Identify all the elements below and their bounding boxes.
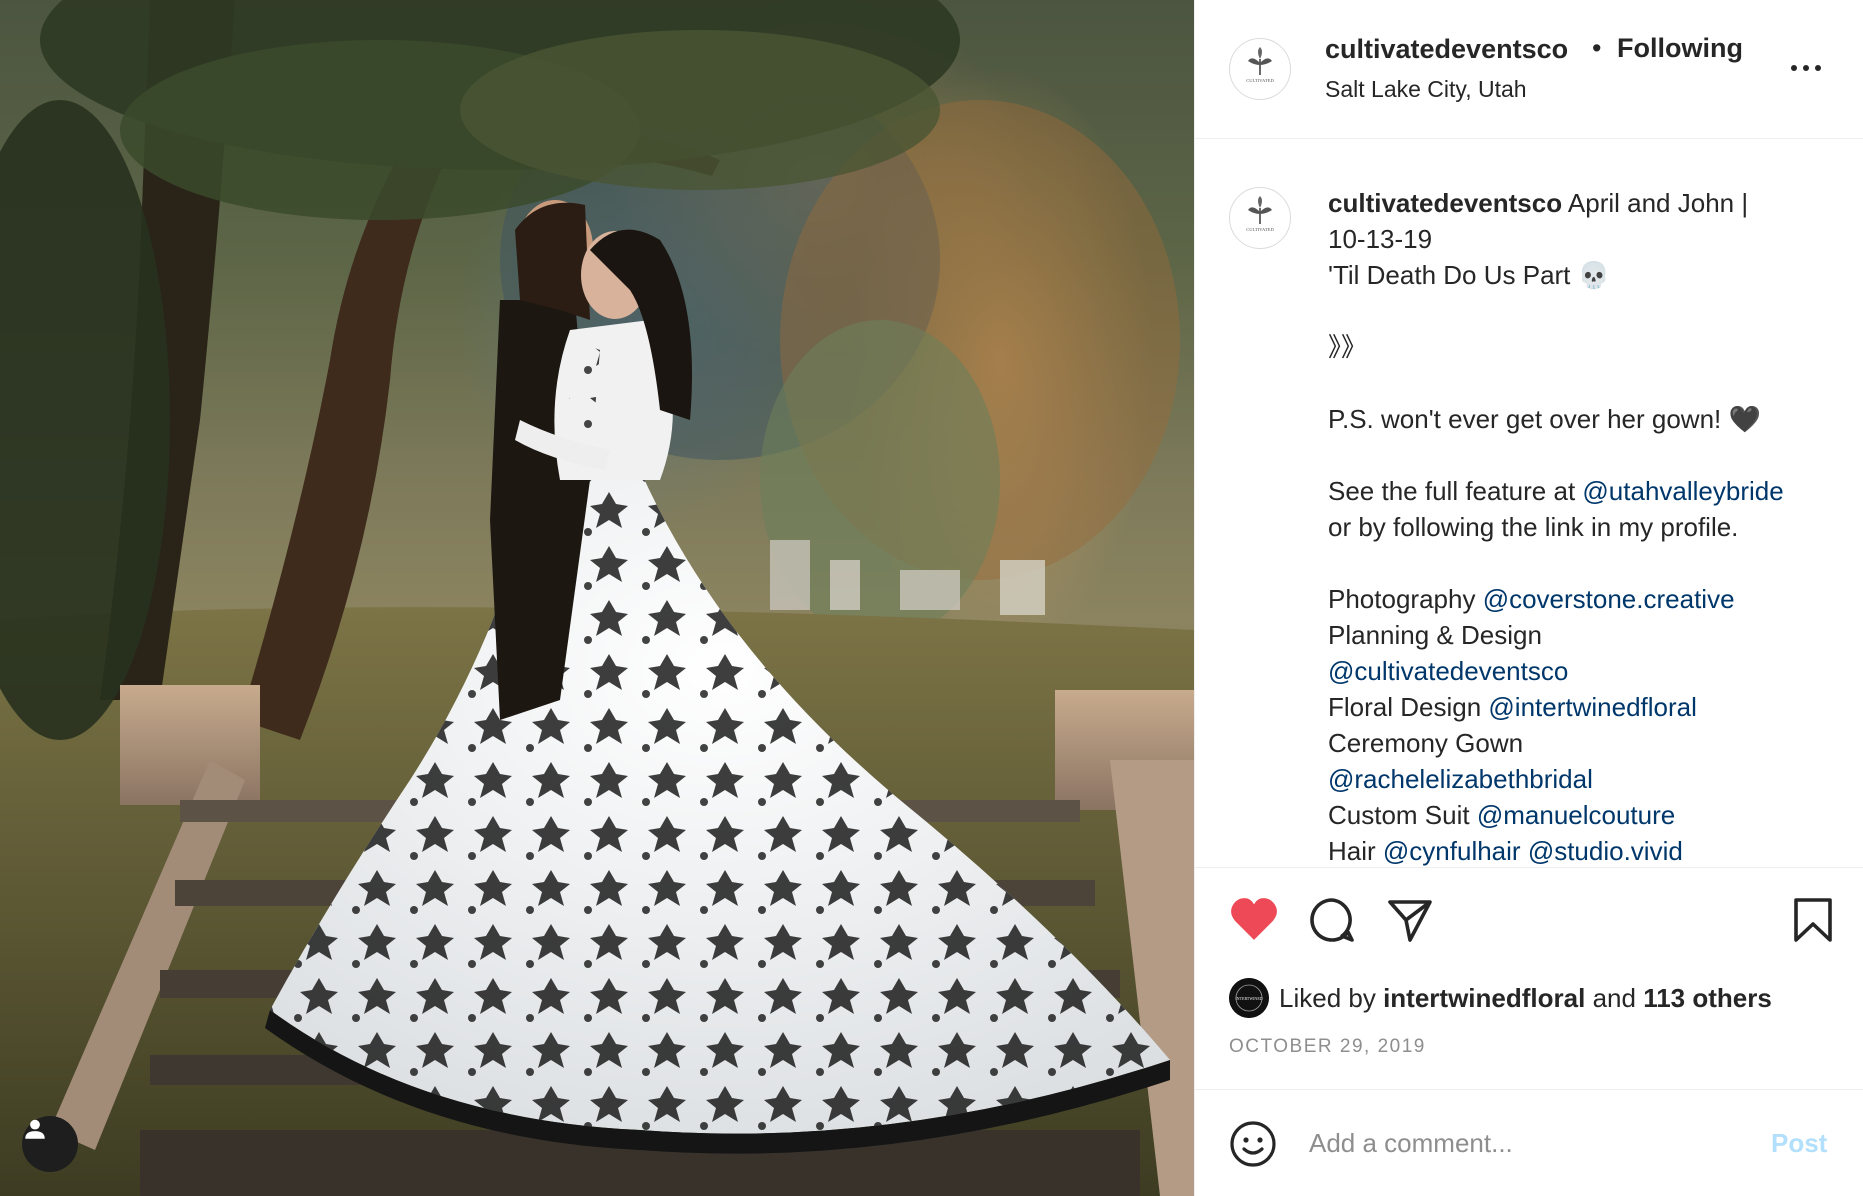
more-icon [1803, 65, 1809, 71]
credit-hair-label: Hair [1328, 836, 1376, 866]
caption-chevrons: 》》 [1328, 332, 1368, 362]
user-icon [25, 1119, 45, 1139]
liked-others-count[interactable]: 113 others [1643, 983, 1772, 1013]
save-button[interactable] [1792, 896, 1834, 949]
svg-text:CULTIVATED: CULTIVATED [1246, 78, 1274, 83]
comment-input[interactable] [1307, 1120, 1731, 1166]
header-username[interactable]: cultivatedeventsco [1325, 34, 1568, 65]
liker-avatar[interactable]: INTERTWINED [1229, 978, 1269, 1018]
post-side-panel: CULTIVATED cultivatedeventsco • Followin… [1194, 0, 1863, 1196]
intertwined-logo-icon: INTERTWINED [1229, 978, 1269, 1018]
wedding-photo-illustration [0, 0, 1194, 1196]
more-icon [1815, 65, 1821, 71]
mention-coverstone-creative[interactable]: @coverstone.creative [1483, 584, 1735, 614]
instagram-post-view: CULTIVATED cultivatedeventsco • Followin… [0, 0, 1863, 1196]
heart-icon [1231, 898, 1277, 940]
post-photo[interactable] [0, 0, 1194, 1196]
comment-button[interactable] [1308, 896, 1356, 949]
mention-rachelelizabethbridal[interactable]: @rachelelizabethbridal [1328, 764, 1593, 794]
likes-summary[interactable]: INTERTWINED Liked by intertwinedfloral a… [1229, 978, 1772, 1018]
add-comment-bar: Post [1195, 1089, 1863, 1196]
liked-joiner: and [1592, 982, 1636, 1013]
like-button[interactable] [1229, 896, 1279, 947]
post-date[interactable]: OCTOBER 29, 2019 [1229, 1036, 1426, 1058]
credit-photography-label: Photography [1328, 584, 1476, 614]
post-header: CULTIVATED cultivatedeventsco • Followin… [1195, 0, 1863, 139]
caption-text: April and John | [1567, 188, 1749, 218]
caption-username[interactable]: cultivatedeventsco [1328, 188, 1562, 218]
header-separator: • [1592, 33, 1602, 63]
following-button[interactable]: Following [1617, 33, 1743, 64]
caption-ps: P.S. won't ever get over her gown! 🖤 [1328, 404, 1761, 434]
more-icon [1791, 65, 1797, 71]
comments-section[interactable]: CULTIVATED cultivatedeventsco April and … [1195, 139, 1863, 867]
mention-utahvalleybride[interactable]: @utahvalleybride [1582, 476, 1783, 506]
liked-username[interactable]: intertwinedfloral [1383, 983, 1585, 1013]
caption-profile-link-text: or by following the link in my profile. [1328, 512, 1739, 542]
post-caption: cultivatedeventsco April and John | 10-1… [1328, 185, 1848, 867]
bookmark-icon [1794, 898, 1832, 942]
comment-icon [1310, 898, 1354, 942]
mention-cultivatedeventsco[interactable]: @cultivatedeventsco [1328, 656, 1568, 686]
mention-intertwinedfloral[interactable]: @intertwinedfloral [1488, 692, 1696, 722]
tagged-users-button[interactable] [22, 1116, 78, 1172]
smile-icon [1230, 1121, 1276, 1167]
caption-avatar[interactable]: CULTIVATED [1229, 187, 1291, 249]
cultivated-logo-icon: CULTIVATED [1246, 47, 1274, 83]
cultivated-logo-icon: CULTIVATED [1246, 196, 1274, 232]
mention-manuelcouture[interactable]: @manuelcouture [1477, 800, 1675, 830]
share-icon [1388, 900, 1432, 942]
mention-studio-vivid[interactable]: @studio.vivid [1528, 836, 1683, 866]
share-button[interactable] [1386, 896, 1434, 949]
emoji-button[interactable] [1229, 1120, 1277, 1173]
svg-text:CULTIVATED: CULTIVATED [1246, 227, 1274, 232]
credit-gown-label: Ceremony Gown [1328, 728, 1524, 758]
caption-date: 10-13-19 [1328, 224, 1433, 254]
credit-suit-label: Custom Suit [1328, 800, 1470, 830]
caption-tagline: 'Til Death Do Us Part 💀 [1328, 260, 1611, 290]
post-comment-button[interactable]: Post [1771, 1128, 1827, 1159]
more-options-button[interactable] [1791, 58, 1831, 78]
mention-cynfulhair[interactable]: @cynfulhair [1383, 836, 1521, 866]
location-link[interactable]: Salt Lake City, Utah [1325, 76, 1527, 103]
caption-feature-text: See the full feature at [1328, 476, 1576, 506]
svg-text:INTERTWINED: INTERTWINED [1235, 996, 1262, 1001]
profile-avatar[interactable]: CULTIVATED [1229, 38, 1291, 100]
liked-prefix: Liked by [1279, 982, 1376, 1013]
credit-floral-label: Floral Design [1328, 692, 1482, 722]
credit-planning-label: Planning & Design [1328, 620, 1542, 650]
